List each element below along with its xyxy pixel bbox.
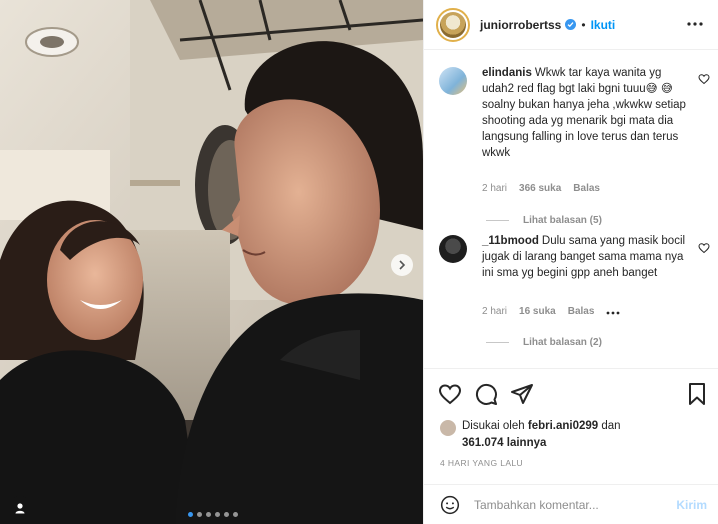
comment-item: elindanis Wkwk tar kaya wanita yg udah2 r… [424,65,718,226]
verified-badge-icon [565,19,577,30]
liker-username[interactable]: febri.ani0299 [528,420,598,432]
reply-button[interactable]: Balas [568,306,595,317]
view-replies-label: Lihat balasan (2) [523,337,602,348]
comment-composer: Kirim [424,484,718,524]
post-side-panel: juniorrobertss • Ikuti elindanis Wkwk tar… [423,0,718,524]
likes-others-link[interactable]: 361.074 lainnya [462,437,546,449]
more-options-icon [687,22,703,26]
comment-time: 2 hari [482,183,508,194]
more-options-button[interactable] [685,14,705,34]
carousel-dot [188,512,193,517]
chevron-right-icon [399,260,406,270]
post-actions-bar [424,368,718,416]
commenter-avatar[interactable] [439,235,467,263]
comment-content: Wkwk tar kaya wanita yg udah2 red flag b… [482,67,686,159]
comment-input[interactable] [474,493,664,517]
comment-text: _11bmood Dulu sama yang masik bocil jugak… [482,233,692,281]
reply-button[interactable]: Balas [573,183,600,194]
user-tag-icon [15,503,25,514]
replies-divider [486,342,509,343]
likes-connector: dan [601,420,621,432]
comment-item: _11bmood Dulu sama yang masik bocil jugak… [424,233,718,353]
comment-options-icon[interactable] [606,311,620,315]
bookmark-icon[interactable] [685,382,709,406]
post-header: juniorrobertss • Ikuti [424,0,718,50]
comment-like-count[interactable]: 366 suka [519,183,561,194]
comments-list[interactable]: elindanis Wkwk tar kaya wanita yg udah2 r… [424,51,718,368]
author-username[interactable]: juniorrobertss [480,18,561,32]
comment-text: elindanis Wkwk tar kaya wanita yg udah2 r… [482,65,692,161]
avatar-image [440,11,466,38]
comment-bubble-icon[interactable] [474,382,498,406]
post-photo[interactable] [0,0,423,524]
author-avatar[interactable] [436,7,470,42]
carousel-dot [215,512,220,517]
photo-scene [0,0,423,524]
liker-avatar[interactable] [440,420,456,436]
paper-plane-icon[interactable] [510,382,534,406]
carousel-dot [206,512,211,517]
carousel-dot [224,512,229,517]
emoji-icon[interactable] [440,495,460,515]
comment-meta: 2 hari 366 suka Balas [482,183,600,194]
post-date: 4 HARI YANG LALU [440,458,524,468]
view-replies-label: Lihat balasan (5) [523,215,602,226]
replies-divider [486,220,509,221]
carousel-indicator [188,512,238,517]
commenter-username[interactable]: _11bmood [482,235,539,247]
likes-text: Disukai oleh febri.ani0299 dan 361.074 l… [462,418,712,452]
heart-icon[interactable] [438,382,462,406]
carousel-dot [197,512,202,517]
tagged-users-button[interactable] [8,496,32,520]
separator: • [581,17,586,32]
comment-meta: 2 hari 16 suka Balas [482,306,620,317]
send-comment-button[interactable]: Kirim [676,498,707,512]
carousel-dot [233,512,238,517]
comment-time: 2 hari [482,306,508,317]
likes-prefix: Disukai oleh [462,420,525,432]
commenter-username[interactable]: elindanis [482,67,532,79]
next-photo-button[interactable] [391,254,413,276]
view-replies-button[interactable]: Lihat balasan (2) [486,337,602,348]
comment-like-count[interactable]: 16 suka [519,306,556,317]
comment-like-heart-icon[interactable] [698,242,710,254]
instagram-post-dialog: juniorrobertss • Ikuti elindanis Wkwk tar… [0,0,718,524]
view-replies-button[interactable]: Lihat balasan (5) [486,215,602,226]
comment-like-heart-icon[interactable] [698,73,710,85]
follow-button[interactable]: Ikuti [591,18,616,32]
commenter-avatar[interactable] [439,67,467,95]
